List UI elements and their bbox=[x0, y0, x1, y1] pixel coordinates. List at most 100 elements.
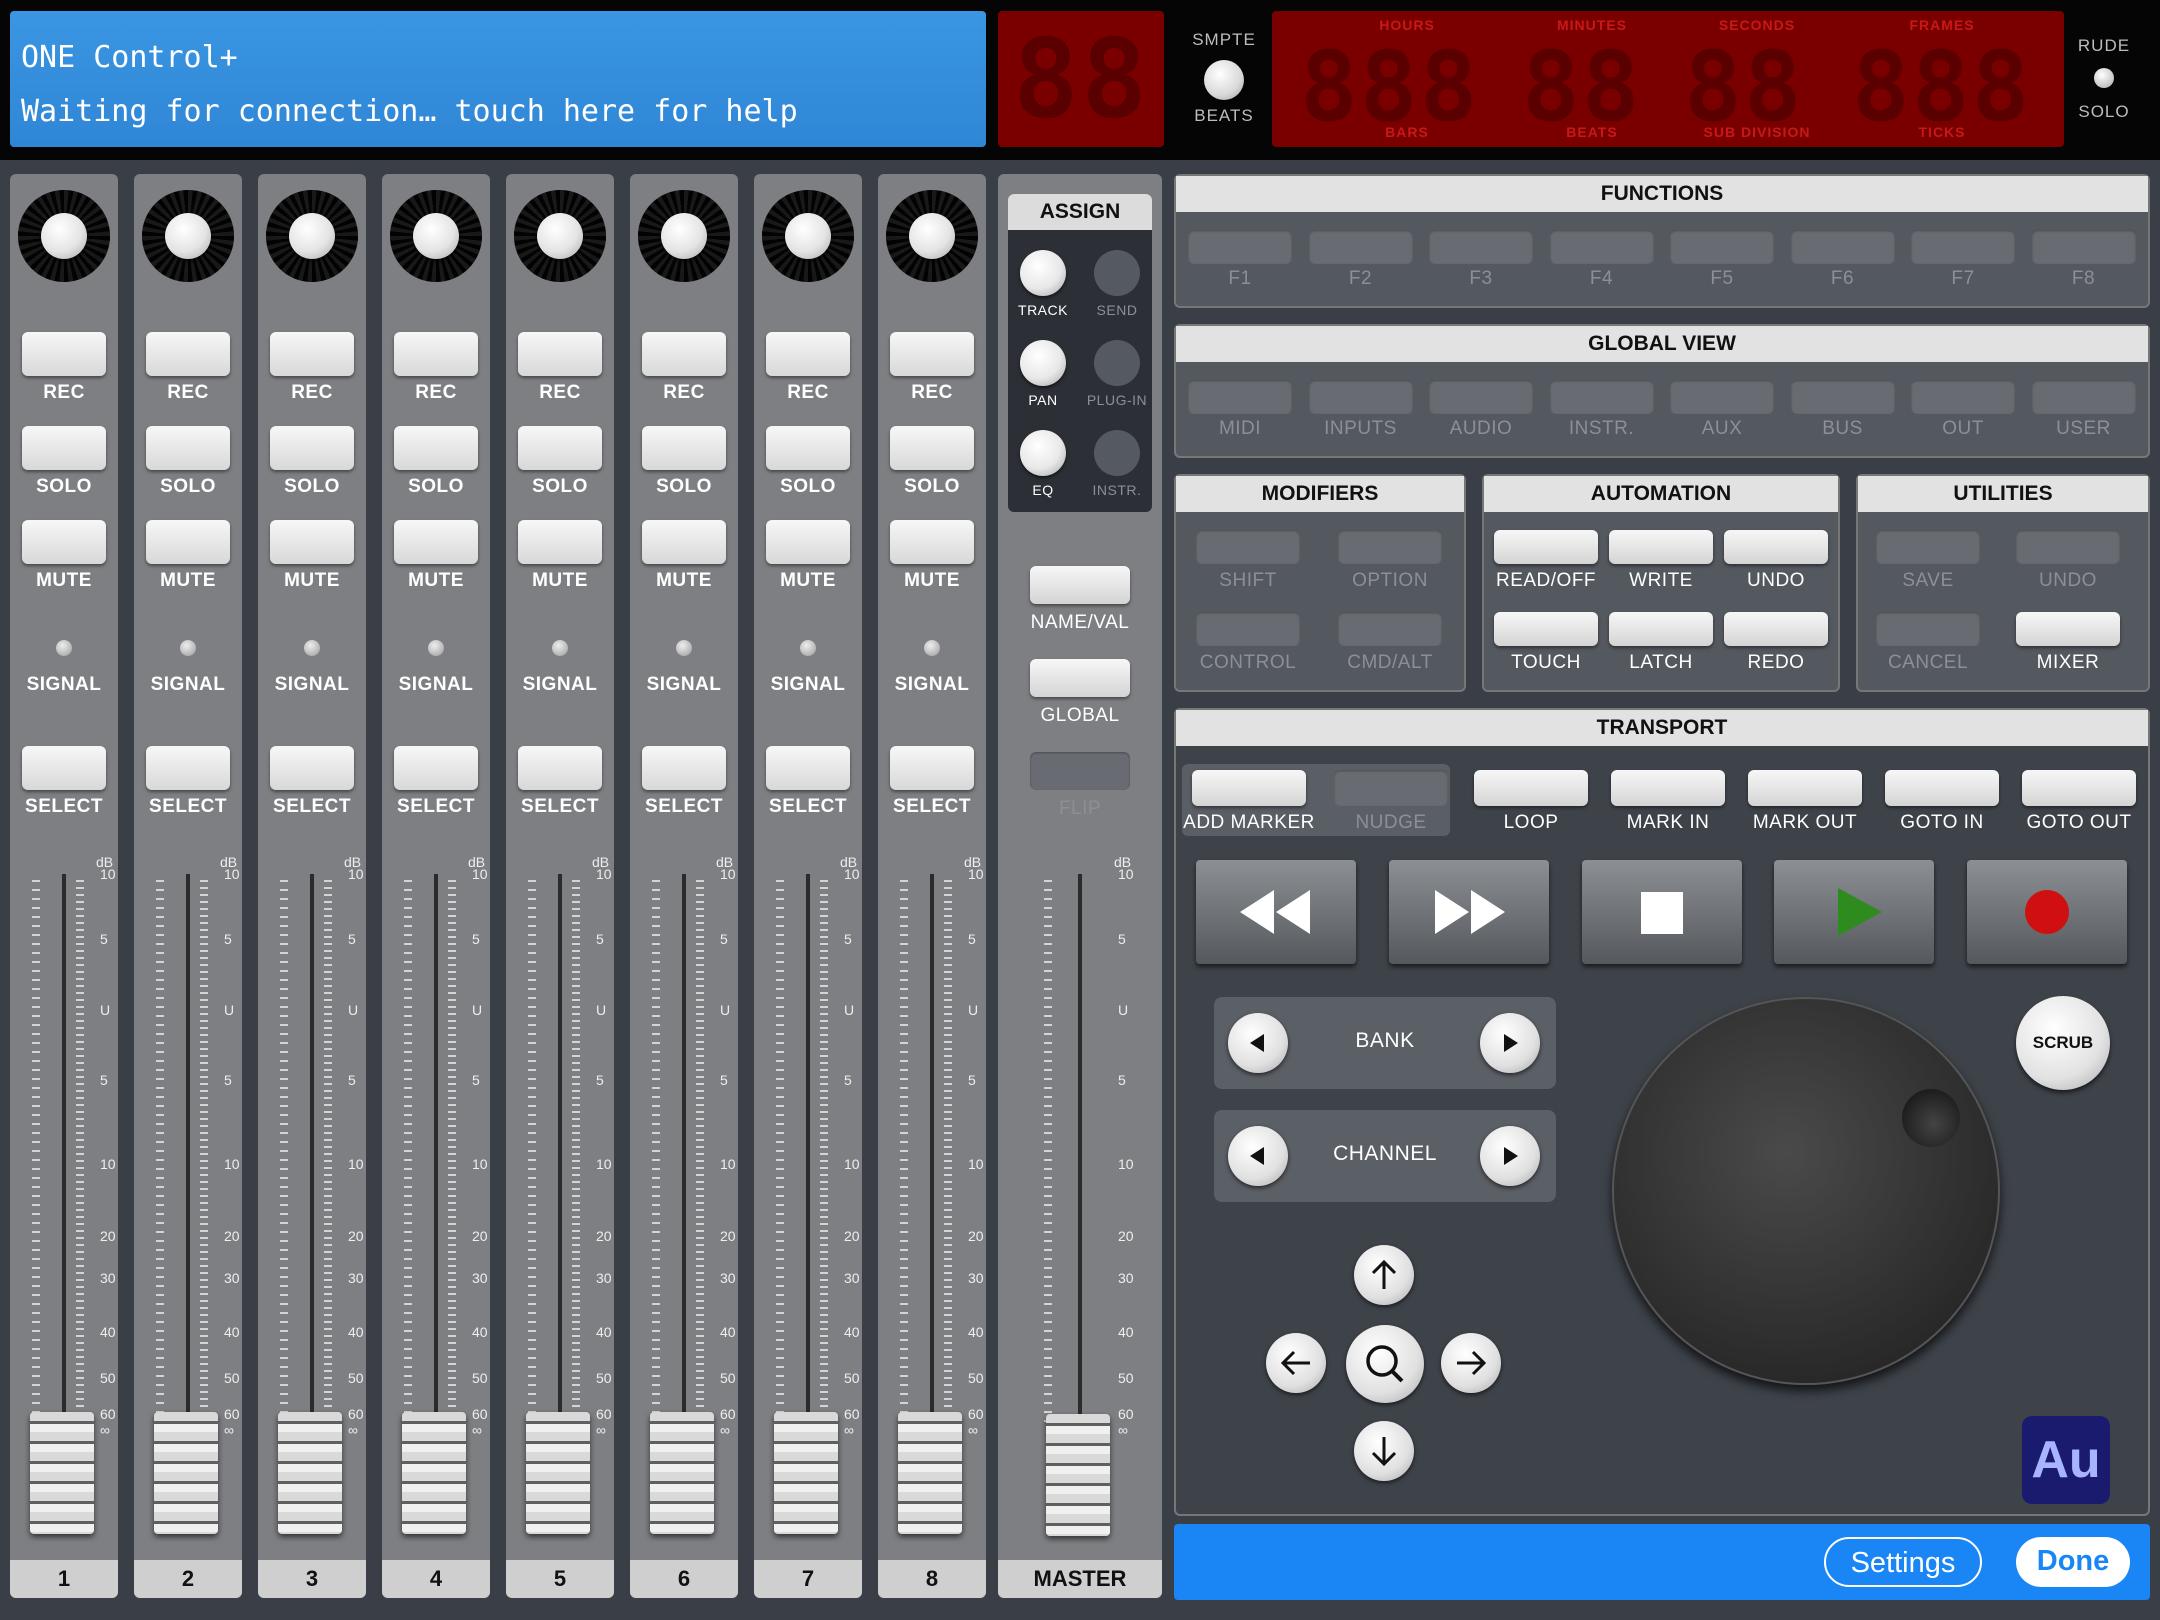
solo-button[interactable] bbox=[394, 426, 478, 470]
mute-button[interactable] bbox=[890, 520, 974, 564]
control-button[interactable] bbox=[1196, 612, 1300, 646]
goto-out-button[interactable] bbox=[2022, 770, 2136, 806]
pan-knob[interactable] bbox=[390, 190, 482, 282]
shift-button[interactable] bbox=[1196, 530, 1300, 564]
mixer-button[interactable] bbox=[2016, 612, 2120, 646]
fast-forward-button[interactable] bbox=[1389, 860, 1549, 964]
pan-knob[interactable] bbox=[142, 190, 234, 282]
f8-button[interactable] bbox=[2031, 230, 2136, 264]
rec-button[interactable] bbox=[22, 332, 106, 376]
scrub-button[interactable]: SCRUB bbox=[2016, 996, 2110, 1090]
solo-button[interactable] bbox=[890, 426, 974, 470]
channel-fader-cap[interactable] bbox=[30, 1412, 94, 1534]
assign-send-button[interactable] bbox=[1094, 250, 1140, 296]
rec-button[interactable] bbox=[890, 332, 974, 376]
channel-fader-cap[interactable] bbox=[278, 1412, 342, 1534]
readoff-button[interactable] bbox=[1494, 530, 1598, 564]
assign-plugin-button[interactable] bbox=[1094, 340, 1140, 386]
select-button[interactable] bbox=[642, 746, 726, 790]
f3-button[interactable] bbox=[1429, 230, 1533, 264]
f6-button[interactable] bbox=[1790, 230, 1895, 264]
latch-button[interactable] bbox=[1609, 612, 1713, 646]
zoom-button[interactable] bbox=[1346, 1325, 1424, 1403]
solo-button[interactable] bbox=[270, 426, 354, 470]
pan-knob[interactable] bbox=[762, 190, 854, 282]
stop-button[interactable] bbox=[1582, 860, 1742, 964]
select-button[interactable] bbox=[766, 746, 850, 790]
select-button[interactable] bbox=[22, 746, 106, 790]
left-arrow-button[interactable] bbox=[1266, 1333, 1326, 1393]
rec-button[interactable] bbox=[766, 332, 850, 376]
down-arrow-button[interactable] bbox=[1354, 1421, 1414, 1481]
cancel-button[interactable] bbox=[1876, 612, 1980, 646]
channel-fader-cap[interactable] bbox=[898, 1412, 962, 1534]
goto-in-button[interactable] bbox=[1885, 770, 1999, 806]
option-button[interactable] bbox=[1338, 530, 1442, 564]
cmdalt-button[interactable] bbox=[1338, 612, 1442, 646]
flip-button[interactable] bbox=[1030, 752, 1130, 790]
rec-button[interactable] bbox=[270, 332, 354, 376]
select-button[interactable] bbox=[270, 746, 354, 790]
mute-button[interactable] bbox=[642, 520, 726, 564]
channel-fader-cap[interactable] bbox=[774, 1412, 838, 1534]
audio-button[interactable] bbox=[1429, 380, 1533, 414]
pan-knob[interactable] bbox=[18, 190, 110, 282]
f2-button[interactable] bbox=[1308, 230, 1413, 264]
pan-knob[interactable] bbox=[886, 190, 978, 282]
mark-out-button[interactable] bbox=[1748, 770, 1862, 806]
pan-knob[interactable] bbox=[514, 190, 606, 282]
f7-button[interactable] bbox=[1911, 230, 2015, 264]
instr-button[interactable] bbox=[1549, 380, 1654, 414]
select-button[interactable] bbox=[890, 746, 974, 790]
record-button[interactable] bbox=[1967, 860, 2127, 964]
select-button[interactable] bbox=[146, 746, 230, 790]
channel-fader-cap[interactable] bbox=[154, 1412, 218, 1534]
nameval-button[interactable] bbox=[1030, 566, 1130, 604]
solo-button[interactable] bbox=[642, 426, 726, 470]
solo-button[interactable] bbox=[146, 426, 230, 470]
select-button[interactable] bbox=[518, 746, 602, 790]
mark-in-button[interactable] bbox=[1611, 770, 1725, 806]
redo-button[interactable] bbox=[1724, 612, 1828, 646]
aux-button[interactable] bbox=[1670, 380, 1774, 414]
channel-fader-cap[interactable] bbox=[650, 1412, 714, 1534]
select-button[interactable] bbox=[394, 746, 478, 790]
rec-button[interactable] bbox=[518, 332, 602, 376]
pan-knob[interactable] bbox=[638, 190, 730, 282]
user-button[interactable] bbox=[2031, 380, 2136, 414]
rec-button[interactable] bbox=[642, 332, 726, 376]
channel-left-button[interactable] bbox=[1228, 1126, 1288, 1186]
master-fader-cap[interactable] bbox=[1046, 1414, 1110, 1536]
rewind-button[interactable] bbox=[1196, 860, 1356, 964]
solo-button[interactable] bbox=[766, 426, 850, 470]
channel-right-button[interactable] bbox=[1480, 1126, 1540, 1186]
solo-button[interactable] bbox=[518, 426, 602, 470]
mute-button[interactable] bbox=[766, 520, 850, 564]
loop-button[interactable] bbox=[1474, 770, 1588, 806]
assign-instr-button[interactable] bbox=[1094, 430, 1140, 476]
assign-eq-button[interactable] bbox=[1020, 430, 1066, 476]
rude-solo-led[interactable] bbox=[2094, 68, 2114, 88]
rec-button[interactable] bbox=[394, 332, 478, 376]
f5-button[interactable] bbox=[1670, 230, 1774, 264]
done-button[interactable]: Done bbox=[2016, 1537, 2130, 1587]
pan-knob[interactable] bbox=[266, 190, 358, 282]
mute-button[interactable] bbox=[518, 520, 602, 564]
smpte-beats-toggle[interactable] bbox=[1204, 60, 1244, 100]
rec-button[interactable] bbox=[146, 332, 230, 376]
lcd-display[interactable]: ONE Control+ Waiting for connection… tou… bbox=[10, 11, 986, 147]
assign-pan-button[interactable] bbox=[1020, 340, 1066, 386]
nudge-button[interactable] bbox=[1334, 770, 1448, 806]
up-arrow-button[interactable] bbox=[1354, 1245, 1414, 1305]
channel-fader-cap[interactable] bbox=[402, 1412, 466, 1534]
undo-button[interactable] bbox=[1724, 530, 1828, 564]
settings-button[interactable]: Settings bbox=[1824, 1537, 1982, 1587]
f4-button[interactable] bbox=[1549, 230, 1654, 264]
save-button[interactable] bbox=[1876, 530, 1980, 564]
mute-button[interactable] bbox=[146, 520, 230, 564]
channel-fader-cap[interactable] bbox=[526, 1412, 590, 1534]
bus-button[interactable] bbox=[1790, 380, 1895, 414]
jog-wheel[interactable] bbox=[1612, 997, 2000, 1385]
solo-button[interactable] bbox=[22, 426, 106, 470]
inputs-button[interactable] bbox=[1308, 380, 1413, 414]
